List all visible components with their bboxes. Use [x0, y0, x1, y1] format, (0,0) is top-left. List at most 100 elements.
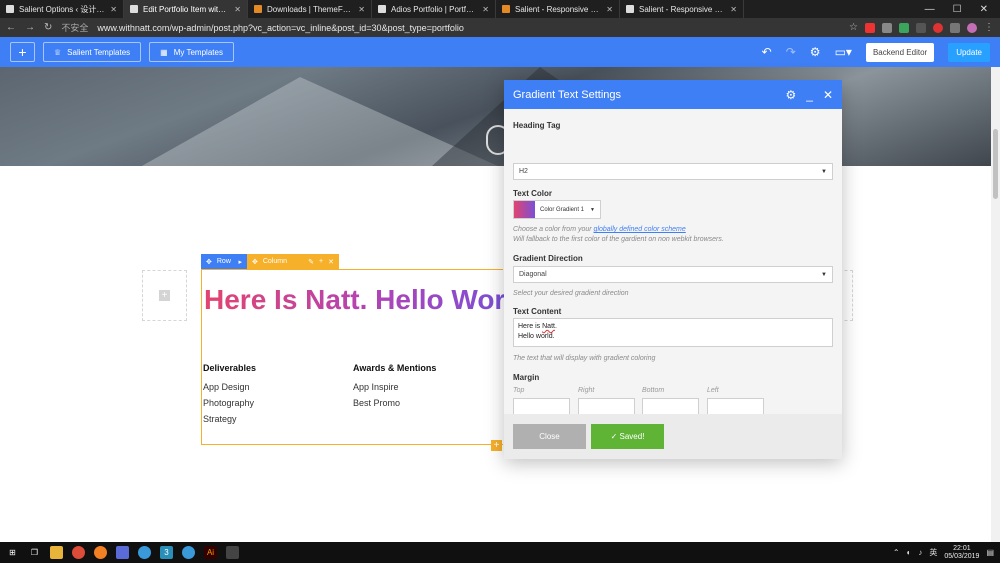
bookmark-star-icon[interactable]: ☆ [849, 22, 858, 33]
color-scheme-link[interactable]: globally defined color scheme [594, 226, 686, 233]
extension-icons: ☆ ⋮ [849, 22, 994, 33]
responsive-preview-icon[interactable]: ▭▾ [835, 45, 852, 59]
row-control[interactable]: ✥ Row ▸ [201, 254, 247, 269]
edit-pencil-icon[interactable]: ✎ [308, 258, 314, 266]
redo-icon[interactable]: ↷ [786, 45, 796, 59]
close-window-icon[interactable]: ✕ [980, 4, 988, 15]
tab-title: Salient - Responsive Multi-Purp… [639, 4, 726, 14]
awards-list: Awards & Mentions App Inspire Best Promo [353, 363, 436, 414]
move-icon[interactable]: ✥ [206, 258, 212, 266]
extension-icon[interactable] [916, 22, 926, 33]
extension-icon[interactable] [933, 22, 943, 33]
extension-icon[interactable] [882, 22, 892, 33]
url-field[interactable]: www.withnatt.com/wp-admin/post.php?vc_ac… [97, 23, 463, 33]
menu-icon[interactable]: ⋮ [984, 22, 994, 33]
clock-time: 22:01 [953, 544, 971, 552]
volume-icon[interactable]: ♪ [918, 548, 922, 557]
task-view-icon[interactable]: ❐ [28, 546, 41, 559]
text-content-textarea[interactable]: Here is Natt. Hello world. [513, 318, 833, 347]
update-button[interactable]: Update [948, 42, 990, 62]
insecure-indicator[interactable]: 不安全 [61, 21, 88, 34]
add-element-button[interactable]: + [10, 42, 35, 62]
browser-tab-5[interactable]: Salient - Responsive Multi-Purp… ✕ [496, 0, 620, 18]
my-templates-button[interactable]: ▦ My Templates [149, 42, 234, 62]
back-icon[interactable]: ← [6, 22, 16, 33]
start-windows-icon[interactable]: ⊞ [6, 546, 19, 559]
close-icon[interactable]: ✕ [823, 88, 833, 102]
browser-tab-6[interactable]: Salient - Responsive Multi-Purp… ✕ [620, 0, 744, 18]
system-clock[interactable]: 22:01 05/03/2019 [944, 545, 979, 561]
builder-toolbar: + ♕ Salient Templates ▦ My Templates ↶ ↷… [0, 37, 1000, 67]
extension-icon[interactable] [865, 22, 875, 33]
deliverables-title: Deliverables [203, 363, 257, 373]
column-control[interactable]: ✥ Column ✎ + ✕ [247, 254, 339, 269]
app-icon[interactable] [182, 546, 195, 559]
scrollbar-thumb[interactable] [993, 129, 998, 199]
close-icon[interactable]: ✕ [482, 5, 489, 14]
browser-tab-4[interactable]: Adios Portfolio | Portfolio WordP…✕ [372, 0, 496, 18]
heading-tag-select[interactable]: H2 ▼ [513, 163, 833, 180]
profile-avatar[interactable] [967, 22, 977, 33]
undo-icon[interactable]: ↶ [762, 45, 772, 59]
system-tray: ⌃ ◐ ♪ 英 22:01 05/03/2019 ▤ [893, 545, 994, 561]
ime-indicator[interactable]: 英 [929, 547, 937, 558]
add-icon[interactable]: + [319, 258, 323, 265]
page-scrollbar[interactable] [991, 67, 1000, 542]
gradient-heading[interactable]: Here Is Natt. Hello World. [204, 283, 504, 319]
forward-icon[interactable]: → [25, 22, 35, 33]
app-icon[interactable] [226, 546, 239, 559]
text-color-label: Text Color [513, 189, 552, 198]
margin-bottom-label: Bottom [642, 387, 665, 394]
delete-icon[interactable]: ✕ [328, 258, 334, 266]
list-item: Best Promo [353, 398, 401, 408]
close-icon[interactable]: ✕ [606, 5, 613, 14]
favicon-icon [502, 5, 510, 13]
minimize-icon[interactable]: — [925, 4, 935, 15]
file-explorer-icon[interactable] [50, 546, 63, 559]
browser-tab-1[interactable]: Salient Options ‹ 设计师零代码… ✕ [0, 0, 124, 18]
browser-tab-2[interactable]: Edit Portfolio Item with WPBaker… ✕ [124, 0, 248, 18]
illustrator-icon[interactable]: Ai [204, 546, 217, 559]
gradient-direction-select[interactable]: Diagonal ▼ [513, 266, 833, 283]
close-icon[interactable]: ✕ [110, 5, 117, 14]
app-icon[interactable]: 3 [160, 546, 173, 559]
gradient-text-settings-modal: Gradient Text Settings ⚙ _ ✕ Heading Tag… [504, 80, 842, 459]
chrome-icon[interactable] [72, 546, 85, 559]
extension-icon[interactable] [899, 22, 909, 33]
row-controls: ✥ Row ▸ ✥ Column ✎ + ✕ [201, 254, 339, 269]
maximize-icon[interactable]: ☐ [953, 4, 962, 15]
saved-button[interactable]: ✓ Saved! [591, 424, 664, 449]
chevron-right-icon[interactable]: ▸ [238, 258, 242, 266]
modal-title: Gradient Text Settings [513, 88, 622, 101]
move-icon[interactable]: ✥ [252, 258, 258, 266]
dropdown-caret-icon: ▼ [821, 271, 827, 278]
text-color-picker[interactable]: Color Gradient 1 ▼ [513, 200, 601, 219]
dropdown-caret-icon: ▼ [821, 168, 827, 175]
close-icon[interactable]: ✕ [358, 5, 365, 14]
window-controls: — ☐ ✕ [925, 0, 1000, 18]
row-label: Row [216, 258, 231, 265]
app-icon[interactable] [116, 546, 129, 559]
reload-icon[interactable]: ↻ [44, 22, 52, 33]
close-icon[interactable]: ✕ [234, 5, 241, 14]
close-icon[interactable]: ✕ [730, 5, 737, 14]
empty-column-placeholder[interactable]: + [142, 270, 187, 321]
network-icon[interactable]: ◐ [907, 548, 912, 557]
add-content-icon[interactable]: + [159, 290, 170, 301]
add-element-to-column-icon[interactable]: + [491, 440, 502, 451]
notification-icon[interactable]: ▤ [986, 548, 994, 557]
minimize-icon[interactable]: _ [806, 88, 813, 102]
browser-tab-3[interactable]: Downloads | ThemeForest ✕ [248, 0, 372, 18]
list-item: Photography [203, 398, 255, 408]
settings-gear-icon[interactable]: ⚙ [810, 45, 821, 59]
close-button[interactable]: Close [513, 424, 586, 449]
backend-editor-button[interactable]: Backend Editor [865, 42, 935, 62]
modal-header[interactable]: Gradient Text Settings ⚙ _ ✕ [504, 80, 842, 109]
salient-templates-label: Salient Templates [67, 47, 131, 57]
tray-icon[interactable]: ⌃ [893, 548, 900, 557]
firefox-icon[interactable] [94, 546, 107, 559]
salient-templates-button[interactable]: ♕ Salient Templates [43, 42, 142, 62]
settings-gear-icon[interactable]: ⚙ [785, 88, 796, 102]
extension-icon[interactable] [950, 22, 960, 33]
app-icon[interactable] [138, 546, 151, 559]
